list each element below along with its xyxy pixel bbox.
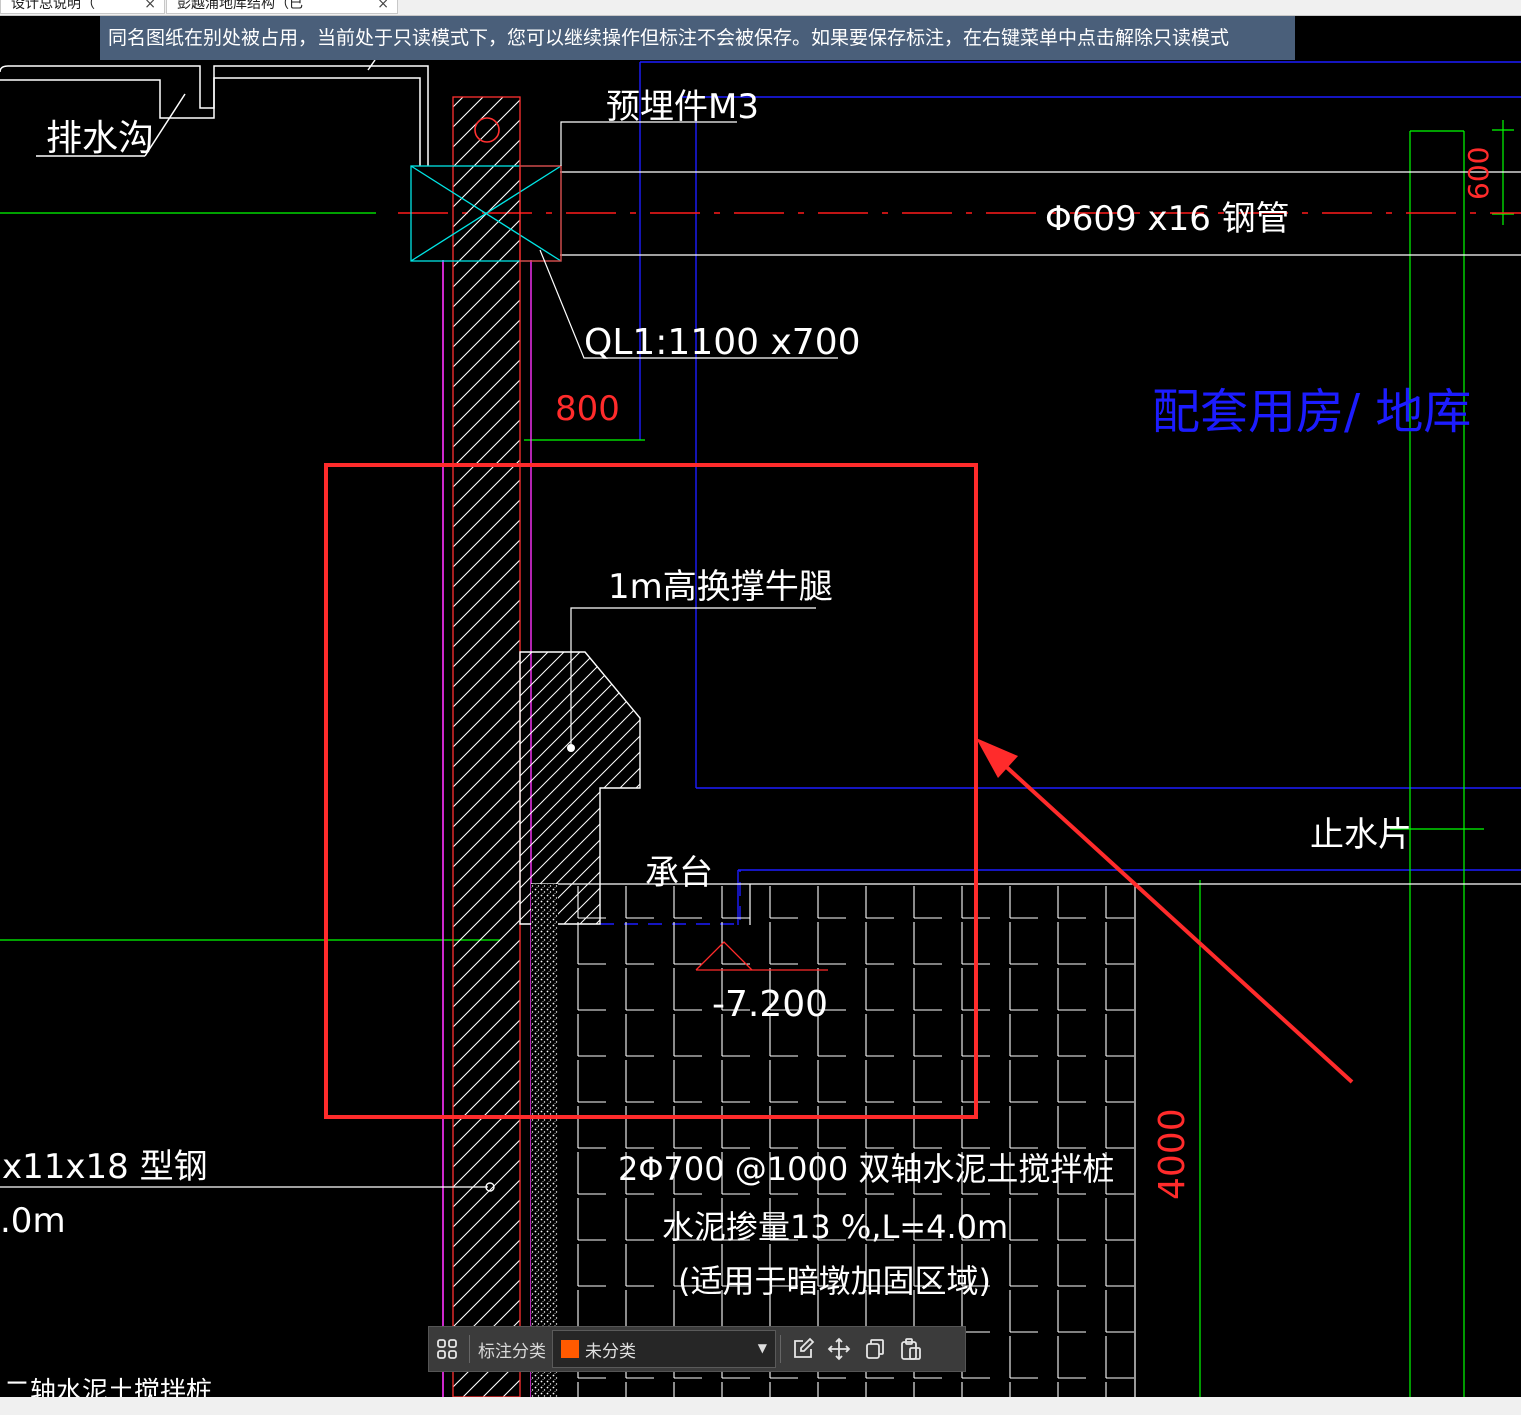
retaining-wall [452, 96, 521, 1397]
edit-icon[interactable] [785, 1331, 821, 1367]
cad-drawing-canvas[interactable]: 排水沟 预埋件M3 Φ609 x16 钢管 QL1:1100 x700 1m高换… [0, 15, 1521, 1397]
tab-label: 彭越浦地库结构（已 [177, 0, 303, 12]
label-pile-cap: 承台 [645, 853, 713, 893]
mixing-pile-column [531, 884, 558, 1397]
toolbar-divider [469, 1335, 470, 1363]
tab-design-notes[interactable]: 设计总说明（ × [0, 0, 165, 14]
label-steel-section: x11x18 型钢 [2, 1147, 208, 1187]
category-select[interactable]: 未分类 ▼ [552, 1330, 776, 1368]
corbel [519, 651, 641, 925]
close-icon[interactable]: × [144, 0, 156, 14]
label-waterstop: 止水片 [1310, 815, 1412, 855]
label-dim-800: 800 [555, 389, 620, 429]
chevron-down-icon: ▼ [757, 1341, 767, 1355]
label-drain: 排水沟 [46, 118, 154, 159]
readonly-notice: 同名图纸在别处被占用，当前处于只读模式下，您可以继续操作但标注不会被保存。如果要… [100, 16, 1295, 60]
category-select-value: 未分类 [585, 1341, 636, 1362]
tab-basement-structure[interactable]: 彭越浦地库结构（已 × [166, 0, 398, 14]
label-steel-length: .0m [0, 1201, 66, 1241]
label-dim-600: 600 [1462, 147, 1495, 200]
label-area: 配套用房/ 地库 [1152, 384, 1471, 440]
label-ql1: QL1:1100 x700 [584, 322, 861, 363]
copy-icon[interactable] [857, 1331, 893, 1367]
label-mixing-pile-3: (适用于暗墩加固区域) [678, 1262, 991, 1300]
label-steel-pipe: Φ609 x16 钢管 [1045, 199, 1290, 239]
annotation-toolbar: 标注分类 未分类 ▼ [428, 1326, 966, 1372]
status-bar [0, 1397, 1521, 1415]
label-elevation: -7.200 [712, 984, 828, 1025]
grid-icon[interactable] [429, 1331, 465, 1367]
soil-improvement-area [558, 886, 1135, 1397]
category-color-swatch [561, 1340, 579, 1358]
category-label: 标注分类 [478, 1341, 546, 1362]
label-mixing-pile-1: 2Φ700 @1000 双轴水泥土搅拌桩 [618, 1150, 1114, 1188]
toolbar-divider [780, 1335, 781, 1363]
label-bottom-cut: 二轴水泥土搅拌桩 [4, 1377, 212, 1397]
move-icon[interactable] [821, 1331, 857, 1367]
steel-pipe [398, 171, 1521, 256]
label-dim-4000: 4000 [1152, 1108, 1193, 1200]
paste-icon[interactable] [893, 1331, 929, 1367]
close-icon[interactable]: × [377, 0, 389, 14]
basement-outline [600, 61, 1521, 925]
label-mixing-pile-2: 水泥掺量13 %,L=4.0m [662, 1208, 1008, 1246]
tab-label: 设计总说明（ [11, 0, 95, 12]
tab-bar: 设计总说明（ × 彭越浦地库结构（已 × [0, 0, 1521, 16]
label-embedded-part: 预埋件M3 [606, 87, 759, 127]
label-corbel: 1m高换撑牛腿 [608, 567, 833, 607]
